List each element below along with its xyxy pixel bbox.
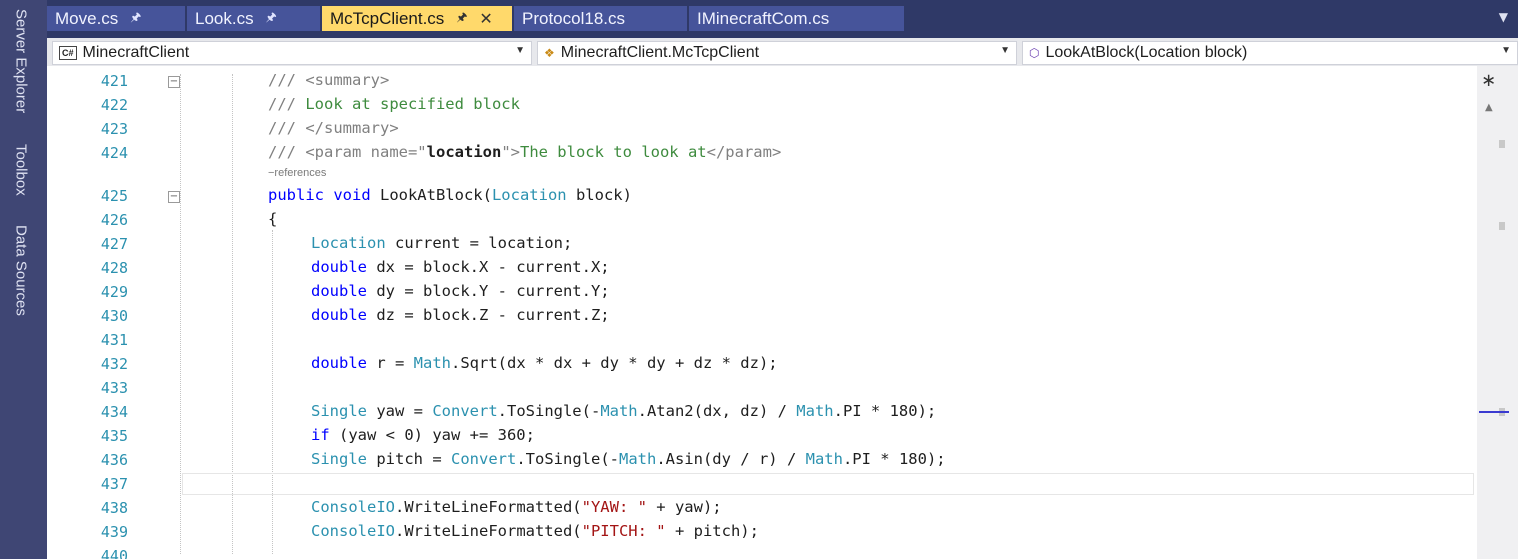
code-line: Single pitch = Convert.ToSingle(-Math.As… bbox=[311, 450, 946, 468]
indent-guide bbox=[272, 230, 273, 554]
code-line: if (yaw < 0) yaw += 360; bbox=[311, 426, 535, 444]
member-dropdown-value: LookAtBlock(Location block) bbox=[1045, 44, 1248, 61]
line-number: 431 bbox=[100, 331, 128, 349]
code-line: double dz = block.Z - current.Z; bbox=[311, 306, 610, 324]
line-number: 432 bbox=[100, 355, 128, 373]
line-number: 433 bbox=[100, 379, 128, 397]
data-sources-label: Data Sources bbox=[12, 224, 30, 316]
line-number: 436 bbox=[100, 451, 128, 469]
codelens-references[interactable]: −references bbox=[268, 167, 326, 179]
navigation-bar: C# MinecraftClient ▼ ❖ MinecraftClient.M… bbox=[47, 38, 1518, 66]
line-number: 429 bbox=[100, 283, 128, 301]
line-number: 428 bbox=[100, 259, 128, 277]
chevron-down-icon[interactable]: ▼ bbox=[1000, 45, 1010, 56]
line-number: 423 bbox=[100, 120, 128, 138]
tab-move-cs[interactable]: Move.cs 🖈︎ bbox=[47, 6, 185, 31]
collapse-icon[interactable]: − bbox=[168, 76, 180, 88]
line-number: 438 bbox=[100, 499, 128, 517]
caret-position-marker bbox=[1479, 411, 1509, 413]
pin-icon[interactable]: 🖈︎ bbox=[130, 8, 141, 29]
tab-label: Look.cs bbox=[195, 8, 254, 28]
line-number: 430 bbox=[100, 307, 128, 325]
code-editor[interactable]: − − 421 422 423 424 425 426 427 428 429 … bbox=[72, 66, 1477, 559]
close-icon[interactable]: ✕ bbox=[479, 9, 492, 29]
line-number: 427 bbox=[100, 235, 128, 253]
scroll-up-icon[interactable]: ▲ bbox=[1485, 102, 1493, 113]
line-number: 426 bbox=[100, 211, 128, 229]
tab-look-cs[interactable]: Look.cs 🖈︎ bbox=[187, 6, 320, 31]
margin-guide bbox=[180, 74, 181, 554]
tab-mctcpclient-cs[interactable]: McTcpClient.cs 🖈︎ ✕ bbox=[322, 6, 512, 31]
code-line: /// <param name="location">The block to … bbox=[268, 143, 782, 161]
server-explorer-tab[interactable]: Server Explorer bbox=[6, 2, 36, 120]
line-number: 424 bbox=[100, 144, 128, 162]
project-dropdown[interactable]: C# MinecraftClient ▼ bbox=[52, 41, 532, 65]
line-number: 421 bbox=[100, 72, 128, 90]
collapse-icon[interactable]: − bbox=[168, 191, 180, 203]
side-tool-strip: Server Explorer Toolbox Data Sources bbox=[0, 0, 47, 559]
member-dropdown[interactable]: ⬡ LookAtBlock(Location block) ▼ bbox=[1022, 41, 1518, 65]
csharp-project-icon: C# bbox=[59, 46, 77, 60]
scroll-marker bbox=[1499, 222, 1505, 230]
class-icon: ❖ bbox=[544, 46, 555, 60]
chevron-down-icon[interactable]: ▼ bbox=[1499, 10, 1508, 24]
line-number: 435 bbox=[100, 427, 128, 445]
split-window-icon[interactable]: ∗ bbox=[1481, 70, 1496, 91]
line-number: 422 bbox=[100, 96, 128, 114]
code-line: double dy = block.Y - current.Y; bbox=[311, 282, 610, 300]
toolbox-label: Toolbox bbox=[12, 144, 30, 196]
class-dropdown-value: MinecraftClient.McTcpClient bbox=[560, 44, 760, 61]
code-line: /// </summary> bbox=[268, 119, 399, 137]
code-line: Location current = location; bbox=[311, 234, 573, 252]
code-line: /// Look at specified block bbox=[268, 95, 520, 113]
line-number: 434 bbox=[100, 403, 128, 421]
tab-label: Move.cs bbox=[55, 8, 119, 28]
tab-iminecraftcom-cs[interactable]: IMinecraftCom.cs bbox=[689, 6, 904, 31]
toolbox-tab[interactable]: Toolbox bbox=[6, 138, 36, 202]
code-line: double dx = block.X - current.X; bbox=[311, 258, 610, 276]
server-explorer-label: Server Explorer bbox=[12, 8, 30, 114]
scroll-marker bbox=[1499, 140, 1505, 148]
code-line: ConsoleIO.WriteLineFormatted("YAW: " + y… bbox=[311, 498, 722, 516]
line-number: 439 bbox=[100, 523, 128, 541]
pin-icon[interactable]: 🖈︎ bbox=[456, 8, 467, 29]
data-sources-tab[interactable]: Data Sources bbox=[6, 218, 36, 322]
chevron-down-icon[interactable]: ▼ bbox=[1501, 45, 1511, 56]
line-number: 425 bbox=[100, 187, 128, 205]
tab-label: Protocol18.cs bbox=[522, 8, 625, 28]
chevron-down-icon[interactable]: ▼ bbox=[515, 45, 525, 56]
line-number: 437 bbox=[100, 475, 128, 493]
document-tab-strip: Move.cs 🖈︎ Look.cs 🖈︎ McTcpClient.cs 🖈︎ … bbox=[47, 0, 1518, 38]
project-dropdown-value: MinecraftClient bbox=[82, 44, 190, 61]
code-line: { bbox=[268, 210, 278, 228]
vertical-scrollbar[interactable]: ∗ ▲ bbox=[1477, 66, 1518, 559]
line-number: 440 bbox=[100, 547, 128, 559]
class-dropdown[interactable]: ❖ MinecraftClient.McTcpClient ▼ bbox=[537, 41, 1017, 65]
code-line: Single yaw = Convert.ToSingle(-Math.Atan… bbox=[311, 402, 937, 420]
code-line: ConsoleIO.WriteLineFormatted("PITCH: " +… bbox=[311, 522, 759, 540]
tab-protocol18-cs[interactable]: Protocol18.cs bbox=[514, 6, 687, 31]
code-line: double r = Math.Sqrt(dx * dx + dy * dy +… bbox=[311, 354, 778, 372]
current-line-highlight bbox=[182, 473, 1474, 495]
code-line: public void LookAtBlock(Location block) bbox=[268, 186, 632, 204]
tab-label: IMinecraftCom.cs bbox=[697, 8, 830, 28]
tab-label: McTcpClient.cs bbox=[330, 8, 445, 28]
code-line: /// <summary> bbox=[268, 71, 390, 89]
pin-icon[interactable]: 🖈︎ bbox=[266, 8, 277, 29]
method-icon: ⬡ bbox=[1029, 46, 1040, 60]
